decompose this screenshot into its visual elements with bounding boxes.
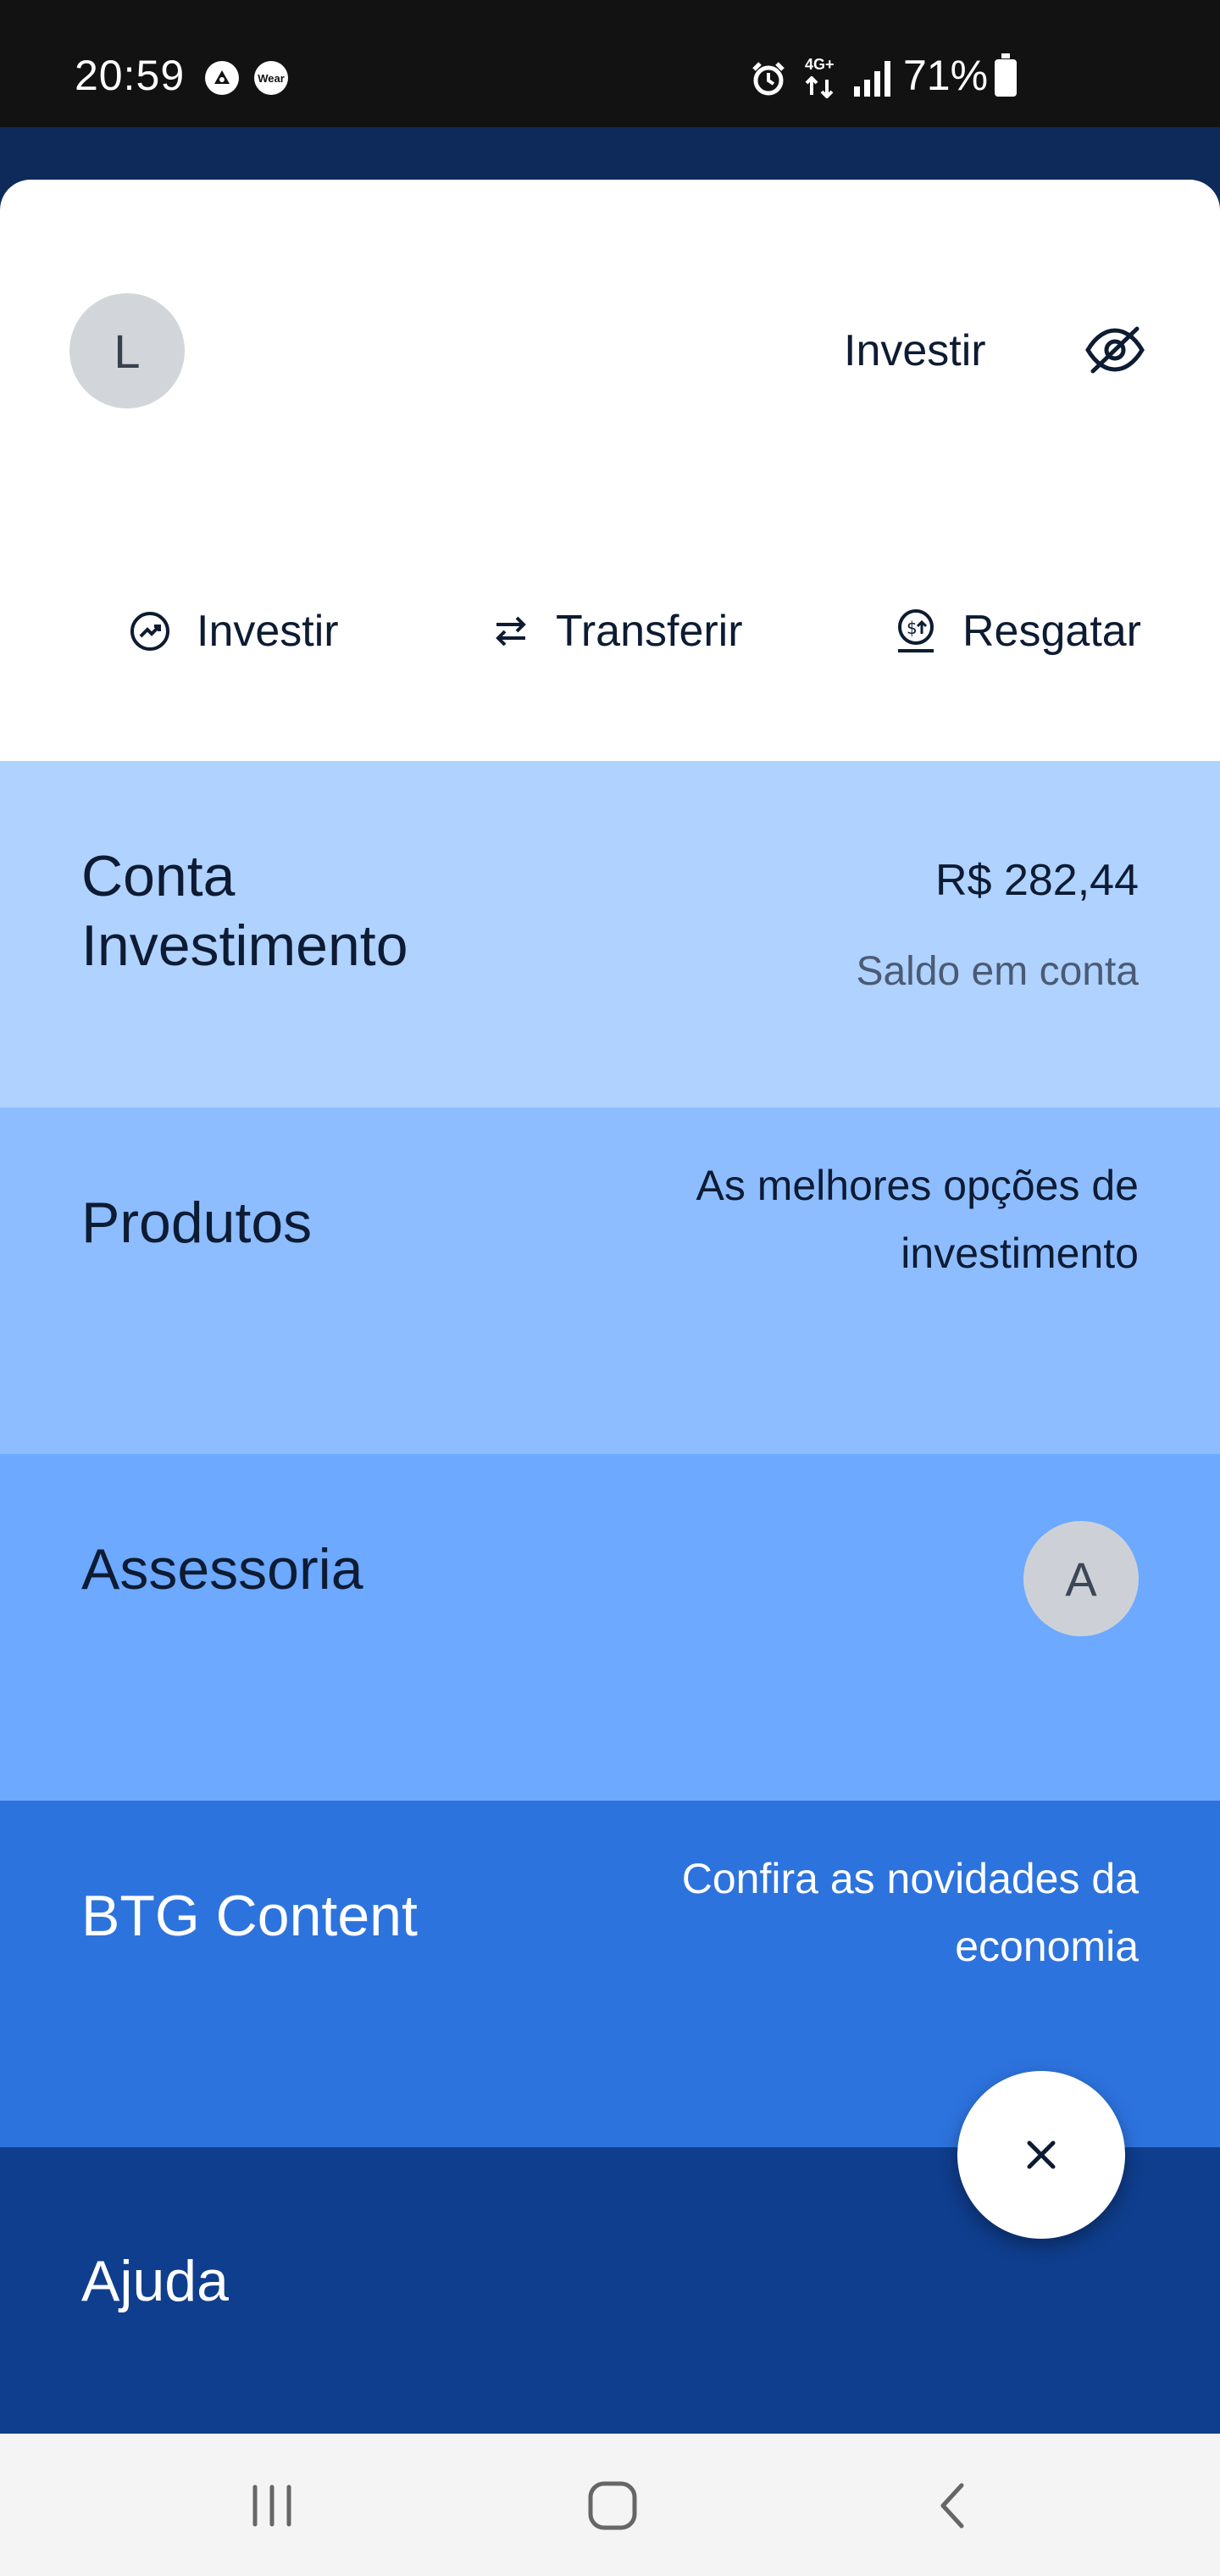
alarm-icon [752,62,785,96]
produtos-subtitle: As melhores opções de investimento [696,1162,1139,1277]
eye-off-icon[interactable] [1084,324,1145,376]
status-bar: 20:59 Wear 4G+ 71% [0,0,1220,127]
system-nav-bar [0,2434,1220,2576]
battery-percent: 71% [903,52,989,99]
assessoria-title: Assessoria [81,1537,363,1602]
close-menu-button[interactable] [957,2071,1125,2239]
home-icon [588,2481,637,2530]
invest-action-button[interactable]: Investir [129,593,339,669]
home-button[interactable] [574,2468,651,2544]
notification-icons: Wear [205,61,288,95]
withdraw-action-button[interactable]: $ Resgatar [895,593,1141,669]
quick-actions: Investir Transferir $ Resgatar [0,593,1220,669]
recent-apps-icon [252,2484,291,2527]
btg-content-title: BTG Content [81,1884,418,1948]
signal-icon [854,61,890,97]
produtos-title: Produtos [81,1191,313,1255]
app-notification-icon [205,61,239,95]
conta-title: Conta Investimento [81,844,408,978]
battery-icon [995,53,1017,97]
withdraw-action-label: Resgatar [962,607,1141,656]
back-button[interactable] [915,2468,991,2544]
advisor-avatar[interactable]: A [1023,1521,1139,1636]
wear-icon: Wear [254,61,288,95]
menu-produtos[interactable]: Produtos As melhores opções de investime… [0,1108,1220,1454]
recent-apps-button[interactable] [234,2468,310,2544]
wear-label: Wear [258,71,285,85]
trending-up-icon [130,612,169,651]
transfer-arrows-icon [496,616,526,647]
status-time: 20:59 [75,52,186,99]
balance-caption: Saldo em conta [856,949,1139,995]
withdraw-money-icon: $ [898,609,934,652]
ajuda-title: Ajuda [81,2249,229,2313]
menu-conta-investimento[interactable]: Conta Investimento R$ 282,44 Saldo em co… [0,761,1220,1108]
advisor-initial: A [1065,1552,1097,1606]
conta-balance-block: R$ 282,44 Saldo em conta [856,846,1139,1005]
balance-value: R$ 282,44 [935,856,1139,905]
transfer-action-label: Transferir [556,607,743,656]
btg-content-subtitle: Confira as novidades da economia [681,1855,1139,1970]
back-icon [940,2483,964,2529]
network-icon: 4G+ [803,56,842,98]
account-card [0,180,1220,764]
invest-action-label: Investir [197,607,339,656]
svg-text:$: $ [907,618,918,638]
menu-assessoria[interactable]: Assessoria [0,1454,1220,1801]
avatar[interactable]: L [69,293,185,408]
transfer-action-button[interactable]: Transferir [491,593,743,669]
avatar-initial: L [114,324,141,378]
invest-link[interactable]: Investir [844,325,986,376]
network-label: 4G+ [805,56,835,73]
close-icon [1027,2140,1056,2169]
